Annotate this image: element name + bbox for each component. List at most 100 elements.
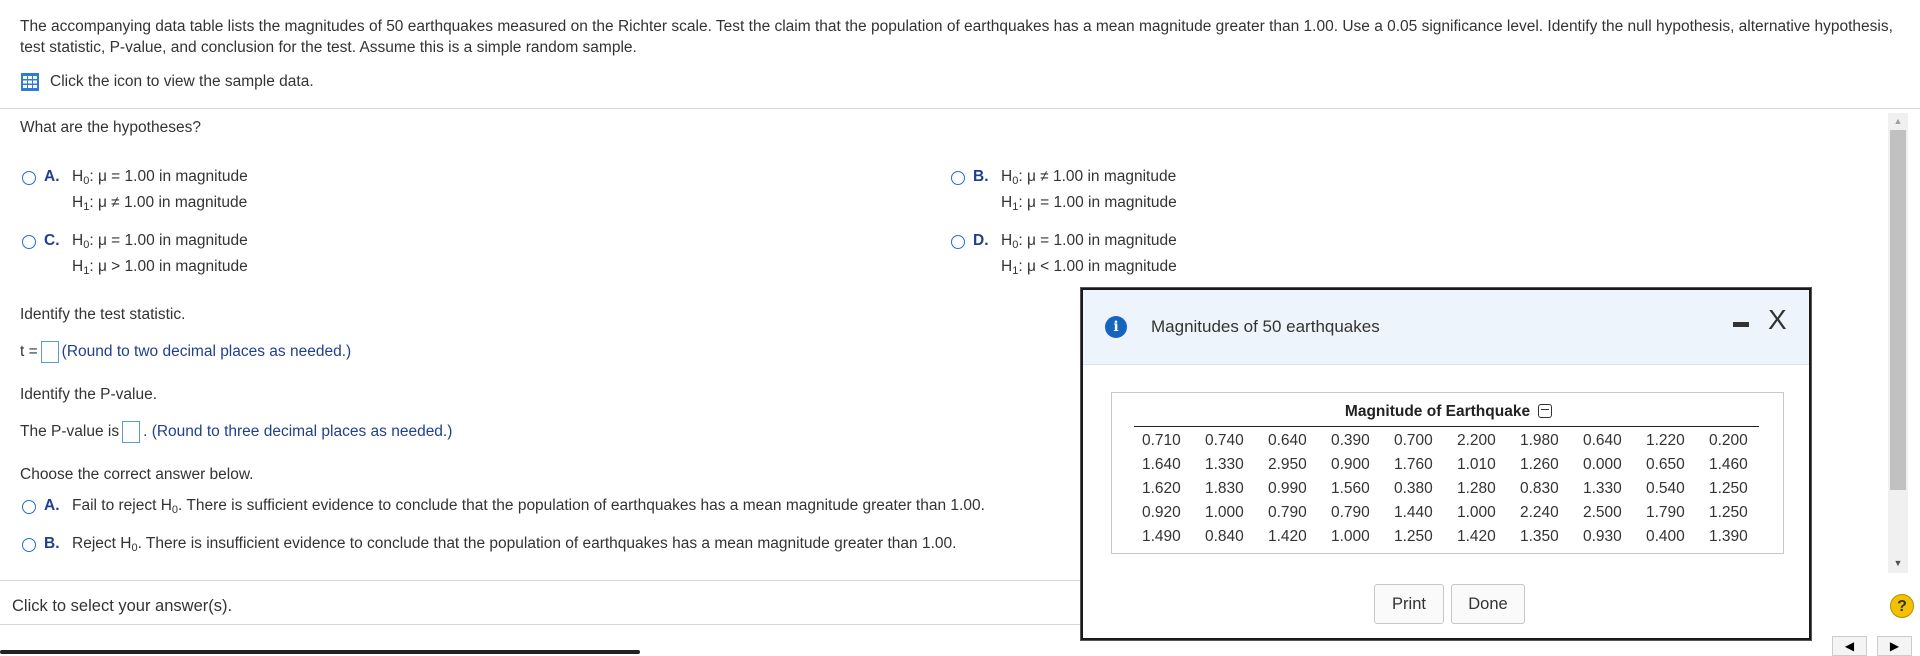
scroll-up-arrow-icon[interactable]: ▲ xyxy=(1890,114,1906,128)
table-cell: 2.500 xyxy=(1583,504,1622,521)
table-cell: 1.490 xyxy=(1142,528,1181,545)
hypothesis-option-a[interactable]: A. H0: μ = 1.00 in magnitude H1: μ ≠ 1.0… xyxy=(22,168,248,216)
footer-bar xyxy=(0,650,640,654)
print-button[interactable]: Print xyxy=(1374,584,1444,624)
table-cell: 1.260 xyxy=(1520,456,1559,473)
table-cell: 0.830 xyxy=(1520,480,1559,497)
table-cell: 0.700 xyxy=(1394,432,1433,449)
hypotheses-prompt: What are the hypotheses? xyxy=(20,119,201,136)
previous-arrow-icon[interactable]: ◀ xyxy=(1832,636,1867,656)
minimize-button[interactable] xyxy=(1733,322,1749,327)
table-cell: 1.560 xyxy=(1331,480,1370,497)
alternative-hypothesis: H1: μ < 1.00 in magnitude xyxy=(1001,258,1177,277)
table-row: 0.920 1.000 0.790 0.790 1.440 1.000 2.240 2.500… xyxy=(1134,501,1764,525)
table-cell: 0.710 xyxy=(1142,432,1181,449)
copy-icon[interactable] xyxy=(1538,403,1553,418)
table-cell: 1.000 xyxy=(1331,528,1370,545)
close-button[interactable]: X xyxy=(1768,306,1787,334)
table-cell: 1.420 xyxy=(1268,528,1307,545)
alternative-hypothesis: H1: μ = 1.00 in magnitude xyxy=(1001,194,1177,213)
status-text: Click to select your answer(s). xyxy=(12,597,233,615)
nav-arrows: ◀ ▶ xyxy=(1832,636,1912,656)
table-cell: 1.000 xyxy=(1205,504,1244,521)
alternative-hypothesis: H1: μ > 1.00 in magnitude xyxy=(72,258,248,277)
table-cell: 1.220 xyxy=(1646,432,1685,449)
table-cell: 1.330 xyxy=(1205,456,1244,473)
table-cell: 2.200 xyxy=(1457,432,1496,449)
table-cell: 0.990 xyxy=(1268,480,1307,497)
table-cell: 0.380 xyxy=(1394,480,1433,497)
table-cell: 1.440 xyxy=(1394,504,1433,521)
table-cell: 0.790 xyxy=(1268,504,1307,521)
table-row: 1.620 1.830 0.990 1.560 0.380 1.280 0.830 1.330… xyxy=(1134,477,1764,501)
option-letter: C. xyxy=(44,232,60,249)
radio-button[interactable] xyxy=(951,235,965,249)
table-rule xyxy=(1134,426,1759,427)
dialog-title: Magnitudes of 50 earthquakes xyxy=(1151,317,1380,336)
table-cell: 1.460 xyxy=(1709,456,1748,473)
p-value-prompt: Identify the P-value. xyxy=(20,386,157,403)
null-hypothesis: H0: μ = 1.00 in magnitude xyxy=(72,232,248,251)
radio-button[interactable] xyxy=(22,235,36,249)
hypothesis-option-d[interactable]: D. H0: μ = 1.00 in magnitude H1: μ < 1.0… xyxy=(951,232,1177,280)
scroll-down-arrow-icon[interactable]: ▼ xyxy=(1890,556,1906,570)
footer-divider xyxy=(0,580,1080,581)
conclusion-option-a[interactable]: A. Fail to reject H0. There is sufficien… xyxy=(22,497,985,516)
done-button[interactable]: Done xyxy=(1451,584,1525,624)
table-cell: 0.000 xyxy=(1583,456,1622,473)
dialog-header: i Magnitudes of 50 earthquakes X xyxy=(1083,290,1809,365)
conclusion-option-b[interactable]: B. Reject H0. There is insufficient evid… xyxy=(22,535,957,554)
null-hypothesis: H0: μ = 1.00 in magnitude xyxy=(72,168,248,187)
table-cell: 1.250 xyxy=(1709,504,1748,521)
table-cell: 1.830 xyxy=(1205,480,1244,497)
option-letter: D. xyxy=(973,232,989,249)
radio-button[interactable] xyxy=(22,171,36,185)
table-cell: 1.420 xyxy=(1457,528,1496,545)
table-cell: 0.920 xyxy=(1142,504,1181,521)
table-cell: 1.390 xyxy=(1709,528,1748,545)
table-cell: 1.980 xyxy=(1520,432,1559,449)
conclusion-text: Reject H0. There is insufficient evidenc… xyxy=(72,535,957,554)
view-data-link[interactable]: Click the icon to view the sample data. xyxy=(20,72,314,92)
data-table-icon[interactable] xyxy=(20,72,40,92)
scrollbar-thumb[interactable] xyxy=(1890,130,1906,490)
sample-data-dialog: i Magnitudes of 50 earthquakes X Magnitu… xyxy=(1081,288,1811,640)
hypothesis-option-c[interactable]: C. H0: μ = 1.00 in magnitude H1: μ > 1.0… xyxy=(22,232,248,280)
table-title: Magnitude of Earthquake xyxy=(1112,403,1785,421)
table-cell: 0.540 xyxy=(1646,480,1685,497)
option-letter: A. xyxy=(44,168,60,185)
table-cell: 1.010 xyxy=(1457,456,1496,473)
table-cell: 0.400 xyxy=(1646,528,1685,545)
alternative-hypothesis: H1: μ ≠ 1.00 in magnitude xyxy=(72,194,248,213)
radio-button[interactable] xyxy=(22,538,36,552)
option-letter: B. xyxy=(973,168,989,185)
table-row: 0.710 0.740 0.640 0.390 0.700 2.200 1.980 0.640… xyxy=(1134,429,1764,453)
table-cell: 0.900 xyxy=(1331,456,1370,473)
table-cell: 1.620 xyxy=(1142,480,1181,497)
table-row: 1.490 0.840 1.420 1.000 1.250 1.420 1.350 0.930… xyxy=(1134,525,1764,549)
data-link-text[interactable]: Click the icon to view the sample data. xyxy=(50,73,314,91)
conclusion-prompt: Choose the correct answer below. xyxy=(20,466,254,483)
table-cell: 1.350 xyxy=(1520,528,1559,545)
t-label: t = xyxy=(20,343,38,361)
test-statistic-prompt: Identify the test statistic. xyxy=(20,306,186,323)
table-cell: 1.760 xyxy=(1394,456,1433,473)
p-value-label: The P-value is xyxy=(20,423,120,441)
table-cell: 0.640 xyxy=(1268,432,1307,449)
divider xyxy=(0,108,1920,109)
table-cell: 1.640 xyxy=(1142,456,1181,473)
p-value-answer-input[interactable] xyxy=(122,421,141,443)
radio-button[interactable] xyxy=(951,171,965,185)
data-table-frame: Magnitude of Earthquake 0.710 0.740 0.640 0… xyxy=(1111,392,1784,554)
option-letter: B. xyxy=(44,535,60,552)
table-cell: 1.000 xyxy=(1457,504,1496,521)
table-cell: 1.330 xyxy=(1583,480,1622,497)
t-hint: (Round to two decimal places as needed.) xyxy=(61,343,352,361)
table-cell: 0.840 xyxy=(1205,528,1244,545)
next-arrow-icon[interactable]: ▶ xyxy=(1877,636,1912,656)
radio-button[interactable] xyxy=(22,500,36,514)
table-cell: 0.390 xyxy=(1331,432,1370,449)
help-icon[interactable]: ? xyxy=(1890,594,1914,618)
hypothesis-option-b[interactable]: B. H0: μ ≠ 1.00 in magnitude H1: μ = 1.0… xyxy=(951,168,1177,216)
t-answer-input[interactable] xyxy=(40,341,59,363)
